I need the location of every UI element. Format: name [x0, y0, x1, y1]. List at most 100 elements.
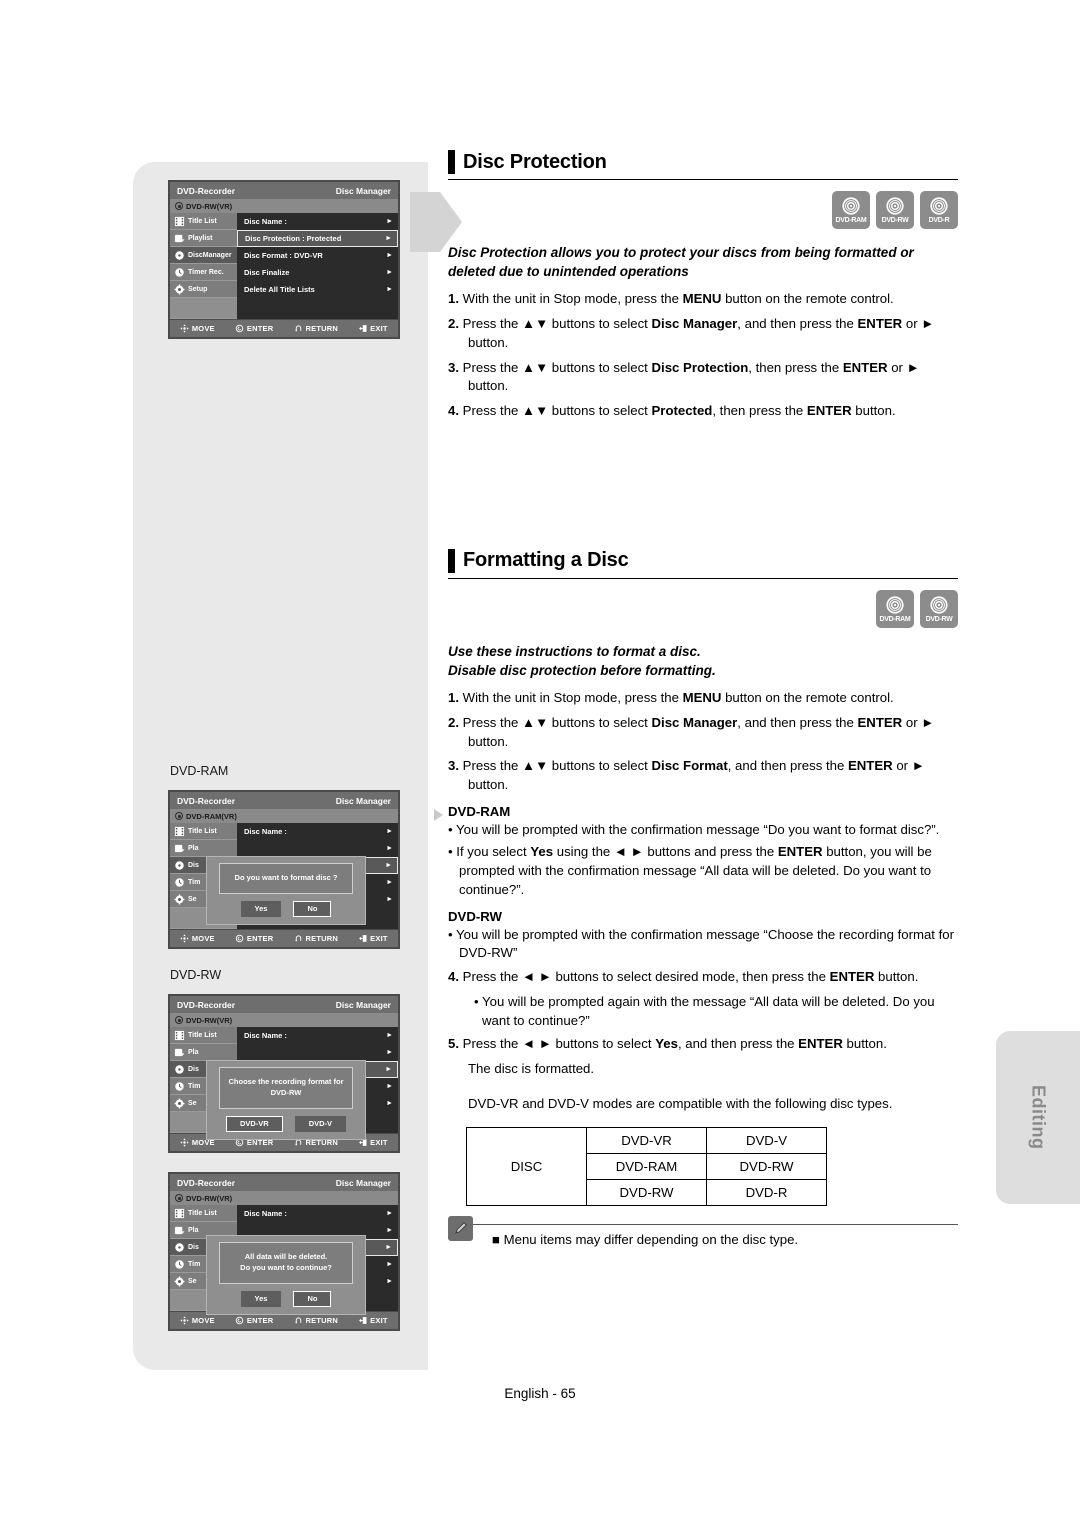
step-item: 2. Press the ▲▼ buttons to select Disc M…	[448, 315, 958, 352]
dialog-message-line1: All data will be deleted.	[244, 1252, 328, 1261]
bullets-dvd-ram: • You will be prompted with the confirma…	[448, 821, 958, 900]
step-number: 5.	[448, 1036, 459, 1052]
gear-icon	[174, 1098, 185, 1109]
badge-label: DVD-RW	[925, 615, 953, 623]
badge-dvd-ram: DVD-RAM	[832, 191, 870, 229]
step-text: Press the ▲▼ buttons to select Protected…	[462, 402, 896, 418]
disc-icon	[842, 197, 860, 215]
playlist-icon	[174, 843, 185, 854]
film-icon	[174, 1208, 185, 1219]
yes-button[interactable]: Yes	[240, 1290, 282, 1307]
osd-brand: DVD-Recorder	[177, 999, 236, 1010]
osd-brand: DVD-Recorder	[177, 185, 236, 196]
disc-manager-icon	[174, 250, 185, 261]
playlist-icon	[174, 233, 185, 244]
sidebar-label: Pla	[188, 1226, 199, 1234]
table-cell-disc-label: DISC	[466, 1126, 587, 1206]
clock-icon	[174, 1259, 185, 1270]
sidebar-item-timer-rec[interactable]: Timer Rec.	[170, 264, 237, 281]
osd-body: Title List Pla Dis Tim Se Disc Name : ► …	[170, 1205, 398, 1315]
sidebar-item-title-list[interactable]: Title List	[170, 1205, 237, 1222]
disc-icon	[930, 197, 948, 215]
sidebar-item-title-list[interactable]: Title List	[170, 823, 237, 840]
dvd-v-button[interactable]: DVD-V	[294, 1115, 347, 1132]
step-text: Press the ▲▼ buttons to select Disc Form…	[462, 758, 925, 792]
dpad-icon	[180, 934, 189, 943]
osd-disc-indicator: DVD-RW(VR)	[170, 1013, 398, 1027]
osd-disc-label: DVD-RW(VR)	[186, 1193, 233, 1203]
step-text: Press the ◄ ► buttons to select Yes, and…	[462, 1036, 887, 1052]
sidebar-label: Title List	[188, 1031, 217, 1039]
disc-icon	[175, 1016, 183, 1024]
sidebar-item-playlist[interactable]: Pla	[170, 1044, 237, 1061]
delete-confirm-dialog: All data will be deleted. Do you want to…	[206, 1235, 366, 1315]
no-button[interactable]: No	[293, 1290, 332, 1307]
no-button[interactable]: No	[293, 900, 332, 917]
chevron-right-icon: ►	[386, 285, 393, 293]
chevron-right-icon: ►	[386, 844, 393, 852]
menu-item-disc-name[interactable]: Disc Name : ►	[237, 1027, 398, 1044]
osd-body: Title List Playlist DiscManager Timer Re…	[170, 213, 398, 319]
disc-icon	[175, 812, 183, 820]
sidebar-item-title-list[interactable]: Title List	[170, 1027, 237, 1044]
sidebar-item-playlist[interactable]: Pla	[170, 840, 237, 857]
menu-item-delete-all[interactable]: Delete All Title Lists ►	[237, 281, 398, 298]
osd-screen-format-dvdram: DVD-Recorder Disc Manager DVD-RAM(VR) Ti…	[168, 790, 400, 949]
sidebar-item-disc-manager[interactable]: DiscManager	[170, 247, 237, 264]
sidebar-label: Dis	[188, 1065, 199, 1073]
film-icon	[174, 826, 185, 837]
osd-brand: DVD-Recorder	[177, 1177, 236, 1188]
disc-icon	[175, 202, 183, 210]
table-cell: DVD-RAM	[586, 1152, 707, 1180]
menu-item-disc-finalize[interactable]: Disc Finalize ►	[237, 264, 398, 281]
clock-icon	[174, 877, 185, 888]
sidebar-label: DiscManager	[188, 251, 232, 259]
menu-item-disc-format[interactable]: Disc Format : DVD-VR ►	[237, 247, 398, 264]
playlist-icon	[174, 1047, 185, 1058]
menu-item-row[interactable]: ►	[237, 840, 398, 857]
clock-icon	[174, 267, 185, 278]
menu-label: Disc Name :	[244, 1030, 287, 1040]
format-confirm-dialog: Do you want to format disc ? Yes No	[206, 856, 366, 925]
sidebar-item-playlist[interactable]: Playlist	[170, 230, 237, 247]
menu-label: Delete All Title Lists	[244, 284, 315, 294]
chevron-right-icon: ►	[386, 878, 393, 886]
footbar-exit: EXIT	[358, 934, 388, 943]
gear-icon	[174, 284, 185, 295]
sidebar-label: Playlist	[188, 234, 213, 242]
dpad-icon	[180, 1138, 189, 1147]
menu-item-row[interactable]: ►	[237, 1044, 398, 1061]
gear-icon	[174, 894, 185, 905]
enter-icon	[236, 324, 244, 333]
dialog-buttons: DVD-VR DVD-V	[225, 1115, 347, 1132]
menu-item-disc-name[interactable]: Disc Name : ►	[237, 213, 398, 230]
disc-icon	[886, 197, 904, 215]
sidebar-filler	[170, 298, 237, 318]
sidebar-label: Se	[188, 1099, 197, 1107]
osd-body: Title List Pla Dis Tim Se Disc Name: ► …	[170, 823, 398, 929]
steps-disc-protection: 1. With the unit in Stop mode, press the…	[448, 290, 958, 420]
dialog-message: All data will be deleted. Do you want to…	[218, 1242, 354, 1284]
menu-item-disc-name[interactable]: Disc Name : ►	[237, 823, 398, 840]
section-header-formatting: Formatting a Disc	[448, 548, 958, 579]
footbar-exit: EXIT	[358, 1316, 388, 1325]
osd-disc-label: DVD-RW(VR)	[186, 201, 233, 211]
caption-dvd-rw: DVD-RW	[170, 968, 222, 982]
dialog-buttons: Yes No	[240, 900, 332, 917]
section-lead-line2: Disable disc protection before formattin…	[448, 662, 716, 678]
osd-footbar: MOVE ENTER RETURN EXIT	[170, 929, 398, 947]
sidebar-item-title-list[interactable]: Title List	[170, 213, 237, 230]
osd-screen-format-dvdrw: DVD-Recorder Disc Manager DVD-RW(VR) Tit…	[168, 994, 400, 1153]
step-number: 2.	[448, 316, 459, 332]
chevron-right-icon: ►	[385, 235, 392, 242]
section-title-formatting: Formatting a Disc	[463, 549, 629, 572]
dpad-icon	[180, 324, 189, 333]
sidebar-label: Pla	[188, 844, 199, 852]
menu-item-disc-name[interactable]: Disc Name : ►	[237, 1205, 398, 1222]
section-bar	[448, 150, 455, 174]
dvd-vr-button[interactable]: DVD-VR	[225, 1115, 283, 1132]
yes-button[interactable]: Yes	[240, 900, 282, 917]
osd-titlebar: DVD-Recorder Disc Manager	[170, 1174, 398, 1191]
menu-item-disc-protection[interactable]: Disc Protection : Protected ►	[237, 230, 398, 247]
sidebar-item-setup[interactable]: Setup	[170, 281, 237, 298]
